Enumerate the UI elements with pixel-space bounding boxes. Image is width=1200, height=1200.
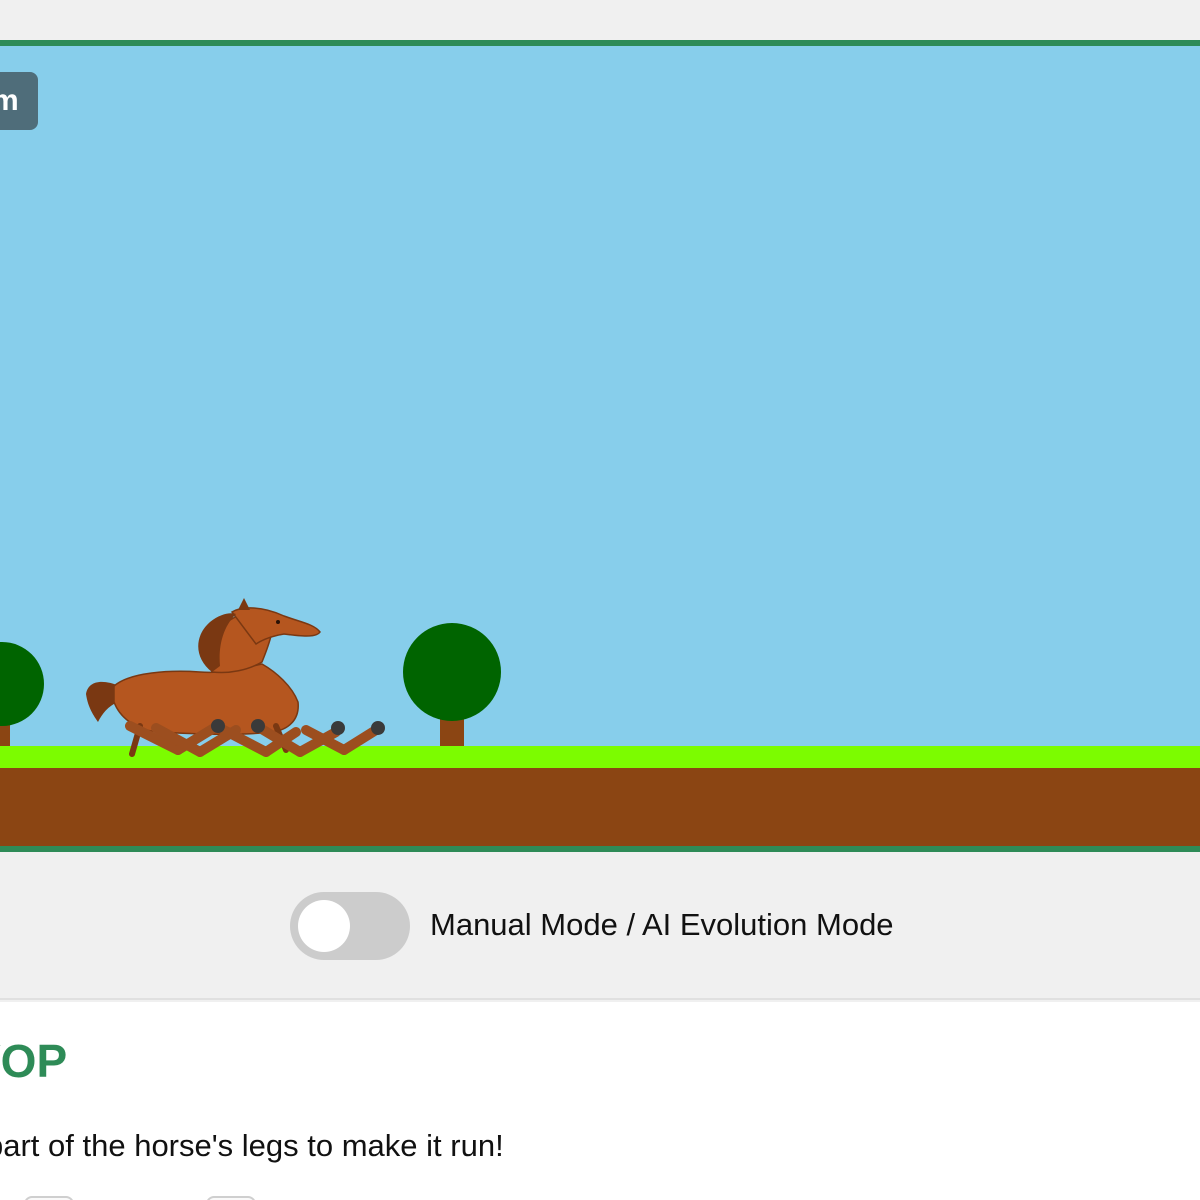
info-panel: VOP part of the horse's legs to make it … <box>0 1002 1200 1200</box>
mode-toggle[interactable] <box>290 892 410 960</box>
distance-badge: m <box>0 72 39 130</box>
mode-toggle-knob[interactable] <box>298 900 350 952</box>
game-title: VOP <box>0 1035 68 1087</box>
game-scene <box>0 598 1200 846</box>
tree-left <box>0 642 44 746</box>
dirt-ground <box>0 768 1200 846</box>
game-canvas[interactable]: m <box>0 40 1200 852</box>
mode-bar: Manual Mode / AI Evolution Mode <box>0 852 1200 1000</box>
mode-label: Manual Mode / AI Evolution Mode <box>430 907 894 942</box>
key-hint-left <box>24 1196 74 1200</box>
game-page: m Manual Mode / AI Evolution Mode VOP pa… <box>0 0 1200 1200</box>
tree-right <box>403 623 501 746</box>
instructions-text: part of the horse's legs to make it run! <box>0 1128 504 1163</box>
horse[interactable] <box>86 598 385 757</box>
key-hint-right <box>206 1196 256 1200</box>
